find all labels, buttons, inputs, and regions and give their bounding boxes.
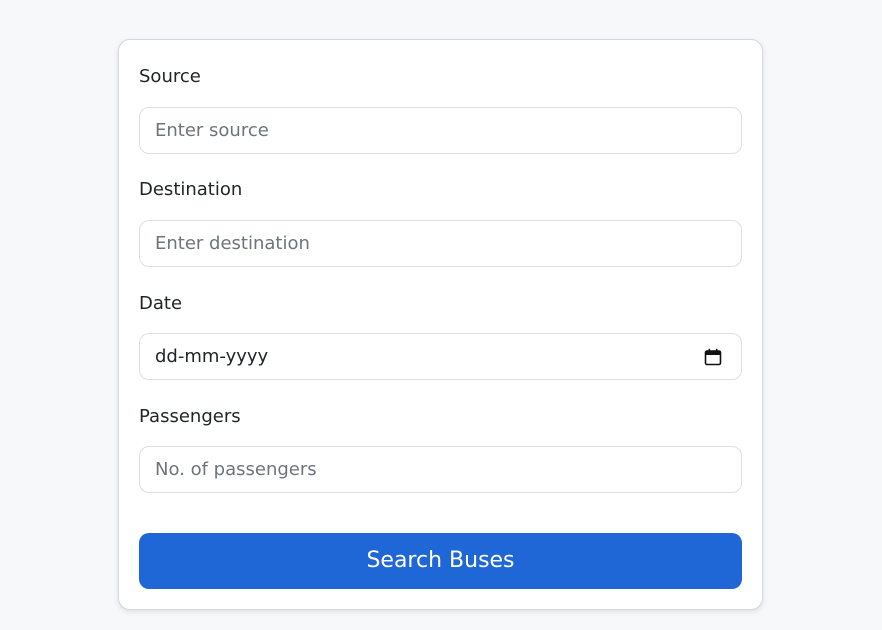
- search-buses-button[interactable]: Search Buses: [139, 533, 742, 589]
- destination-label: Destination: [139, 179, 243, 200]
- source-placeholder: Enter source: [155, 120, 269, 141]
- passengers-label: Passengers: [139, 406, 241, 427]
- source-label: Source: [139, 66, 201, 87]
- destination-input[interactable]: Enter destination: [139, 220, 742, 267]
- date-input[interactable]: dd-mm-yyyy: [139, 333, 742, 380]
- passengers-input[interactable]: No. of passengers: [139, 446, 742, 493]
- destination-placeholder: Enter destination: [155, 233, 310, 254]
- source-input[interactable]: Enter source: [139, 107, 742, 154]
- date-placeholder: dd-mm-yyyy: [155, 346, 269, 367]
- calendar-icon[interactable]: [704, 348, 722, 366]
- search-form-card: Source Enter source Destination Enter de…: [118, 39, 763, 610]
- passengers-placeholder: No. of passengers: [155, 459, 317, 480]
- date-label: Date: [139, 293, 183, 314]
